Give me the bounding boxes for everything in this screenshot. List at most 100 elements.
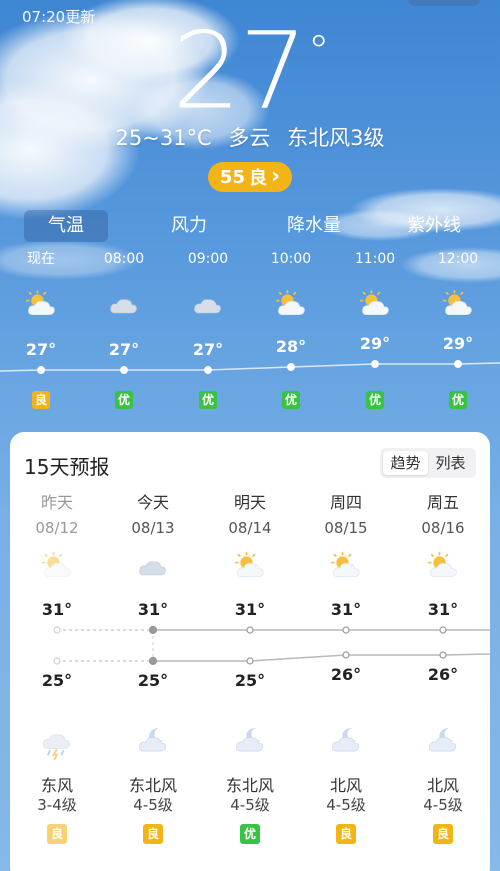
partly-cloudy-icon — [40, 552, 74, 582]
wind-direction: 北风 — [426, 776, 459, 795]
high-temp-point — [342, 626, 350, 634]
low-temp: 26° — [330, 665, 362, 684]
forecast-day-column[interactable]: 明天 08/14 — [205, 492, 295, 582]
aqi-button[interactable]: 55 良 › — [208, 162, 292, 192]
hour-time: 现在 — [27, 251, 55, 267]
wind-level: 3-4级 — [37, 796, 77, 814]
hour-column[interactable]: 08:00 — [92, 248, 156, 318]
hour-aqi-badge: 优 — [282, 391, 300, 409]
hourly-temp-line — [0, 362, 500, 372]
aqi-label: 良 — [248, 168, 267, 189]
wind-direction: 北风 — [329, 776, 362, 795]
high-temp: 31° — [137, 600, 169, 619]
wind-direction: 东北风 — [225, 776, 274, 795]
tab-temperature[interactable]: 气温 — [24, 210, 108, 242]
hour-aqi-badge: 优 — [449, 391, 467, 409]
hour-column[interactable]: 10:00 — [259, 248, 323, 318]
hour-temp-point — [287, 363, 295, 371]
hour-temp: 28° — [275, 337, 307, 356]
hourly-forecast[interactable]: 现在 27° 良 08:00 27° 优 09:00 27° 优 10:00 28° 优 11:00 29… — [0, 248, 500, 418]
day-date: 08/16 — [421, 519, 465, 537]
cloudy-icon — [191, 290, 225, 318]
hour-column[interactable]: 11:00 — [343, 248, 407, 318]
high-temp: 31° — [427, 600, 459, 619]
view-toggle: 趋势 列表 — [380, 448, 476, 478]
forecast-day-column[interactable]: 今天 08/13 — [108, 492, 198, 582]
aqi-value: 55 — [219, 166, 245, 188]
forecast-card: 15天预报 趋势 列表 昨天 08/12 31° 25° 东风 3-4级良 今天 08/13 3… — [10, 432, 490, 871]
day-date: 08/14 — [228, 519, 272, 537]
hour-temp: 27° — [192, 340, 224, 359]
current-temperature: 27° — [0, 12, 500, 132]
day-aqi-badge: 良 — [143, 824, 163, 844]
forecast-day-column[interactable]: 昨天 08/12 — [12, 492, 102, 582]
hour-temp: 27° — [25, 340, 57, 359]
chevron-right-icon: › — [270, 164, 281, 189]
hour-time: 11:00 — [354, 251, 396, 267]
forecast-title: 15天预报 — [24, 455, 110, 479]
hour-temp-point — [204, 366, 212, 374]
day-name: 昨天 — [40, 493, 73, 512]
hour-aqi-badge: 良 — [32, 391, 50, 409]
high-temp-point — [53, 626, 61, 634]
high-temp-point — [439, 626, 447, 634]
day-aqi-badge: 良 — [47, 824, 67, 844]
low-temp-point — [246, 657, 254, 665]
tab-uv[interactable]: 紫外线 — [394, 210, 474, 242]
degree-symbol: ° — [307, 26, 330, 77]
high-temp: 31° — [234, 600, 266, 619]
hour-temp: 29° — [359, 334, 391, 353]
cloudy-icon — [107, 290, 141, 318]
cloudy-night-icon — [329, 725, 363, 757]
wind-direction: 东风 — [40, 776, 73, 795]
low-temp-point — [439, 651, 447, 659]
forecast-day-column[interactable]: 周五 08/16 — [398, 492, 488, 582]
hourly-temp-curve — [0, 360, 500, 374]
trend-view-button[interactable]: 趋势 — [383, 451, 428, 475]
metric-tabs: 气温 风力 降水量 紫外线 — [24, 210, 474, 242]
cloudy-night-icon — [136, 725, 170, 757]
hour-temp: 27° — [108, 340, 140, 359]
condition-text: 多云 — [228, 126, 271, 150]
low-temp-point — [342, 651, 350, 659]
wind-level: 4-5级 — [423, 796, 463, 814]
hour-column[interactable]: 12:00 — [426, 248, 490, 318]
day-aqi-badge: 良 — [433, 824, 453, 844]
low-temp: 25° — [137, 671, 169, 690]
wind-level: 4-5级 — [230, 796, 270, 814]
forecast-day-column[interactable]: 周四 08/15 — [301, 492, 391, 582]
top-pill — [408, 0, 480, 6]
day-name: 明天 — [233, 493, 266, 512]
weather-summary: 25~31°C 多云 东北风3级 — [0, 122, 500, 152]
high-temp-point — [246, 626, 254, 634]
hour-column[interactable]: 现在 — [9, 248, 73, 318]
hour-temp: 29° — [442, 334, 474, 353]
day-date: 08/13 — [131, 519, 175, 537]
tab-precipitation[interactable]: 降水量 — [269, 210, 359, 242]
day-aqi-badge: 良 — [336, 824, 356, 844]
hour-temp-point — [371, 360, 379, 368]
wind-level: 4-5级 — [326, 796, 366, 814]
low-temp-point — [148, 656, 158, 666]
partly-cloudy-icon — [24, 290, 58, 318]
high-temp: 31° — [41, 600, 73, 619]
day-aqi-badge: 优 — [240, 824, 260, 844]
partly-cloudy-icon — [426, 552, 460, 582]
low-temp: 25° — [41, 671, 73, 690]
hour-column[interactable]: 09:00 — [176, 248, 240, 318]
cloudy-night-icon — [233, 725, 267, 757]
hour-temp-point — [37, 366, 45, 374]
hour-aqi-badge: 优 — [199, 391, 217, 409]
partly-cloudy-icon — [274, 290, 308, 318]
day-date: 08/15 — [324, 519, 368, 537]
low-temp-line — [249, 654, 347, 662]
day-name: 今天 — [136, 493, 169, 512]
day-date: 08/12 — [35, 519, 79, 537]
list-view-button[interactable]: 列表 — [428, 451, 473, 475]
current-temp-value: 27 — [172, 10, 307, 133]
partly-cloudy-icon — [329, 552, 363, 582]
wind-level: 4-5级 — [133, 796, 173, 814]
hour-aqi-badge: 优 — [366, 391, 384, 409]
partly-cloudy-icon — [358, 290, 392, 318]
tab-wind[interactable]: 风力 — [149, 210, 229, 242]
